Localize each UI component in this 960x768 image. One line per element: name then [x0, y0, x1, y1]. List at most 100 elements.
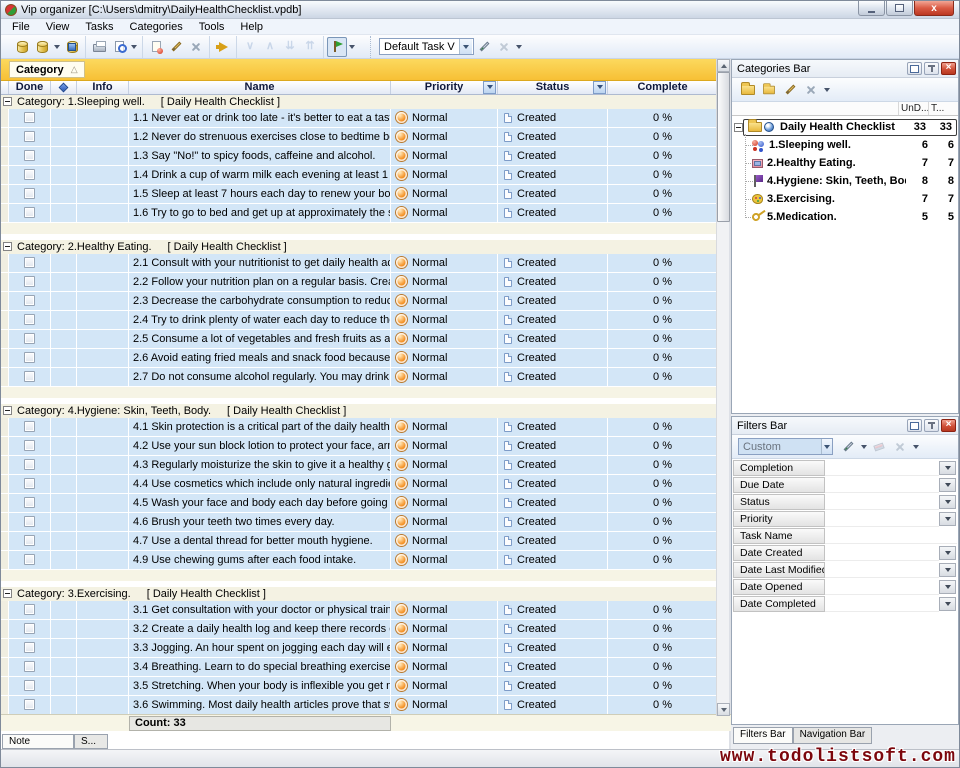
task-row[interactable]: 4.2 Use your sun block lotion to protect…: [1, 437, 718, 456]
task-row[interactable]: 3.6 Swimming. Most daily health articles…: [1, 696, 718, 714]
task-name-cell[interactable]: 2.3 Decrease the carbohydrate consumptio…: [129, 292, 391, 311]
collapse-icon[interactable]: [3, 97, 12, 106]
highlight-flag-button[interactable]: [327, 37, 347, 57]
tree-collapse-icon[interactable]: [734, 123, 743, 132]
task-name-cell[interactable]: 2.7 Do not consume alcohol regularly. Yo…: [129, 368, 391, 387]
done-checkbox[interactable]: [24, 459, 35, 470]
task-name-cell[interactable]: 1.5 Sleep at least 7 hours each day to r…: [129, 185, 391, 204]
task-row[interactable]: 2.5 Consume a lot of vegetables and fres…: [1, 330, 718, 349]
task-row[interactable]: 3.1 Get consultation with your doctor or…: [1, 601, 718, 620]
task-view-combo[interactable]: Default Task V: [379, 38, 474, 55]
filter-value-dropdown-icon[interactable]: [939, 580, 956, 594]
category-row[interactable]: 2.Healthy Eating.77: [732, 154, 958, 172]
done-checkbox[interactable]: [24, 188, 35, 199]
filter-value[interactable]: [825, 528, 957, 544]
task-row[interactable]: 1.4 Drink a cup of warm milk each evenin…: [1, 166, 718, 185]
task-name-cell[interactable]: 3.3 Jogging. An hour spent on jogging ea…: [129, 639, 391, 658]
new-subcategory-button[interactable]: [759, 80, 779, 100]
group-header-row[interactable]: Category: 4.Hygiene: Skin, Teeth, Body.[…: [1, 404, 718, 418]
task-row[interactable]: 1.6 Try to go to bed and get up at appro…: [1, 204, 718, 223]
done-checkbox[interactable]: [24, 699, 35, 710]
category-row[interactable]: 3.Exercising.77: [732, 190, 958, 208]
column-header-flag[interactable]: [51, 81, 77, 94]
delete-task-button[interactable]: [186, 37, 206, 57]
done-checkbox[interactable]: [24, 604, 35, 615]
apply-filter-caret-icon[interactable]: [861, 445, 867, 449]
menu-tasks[interactable]: Tasks: [77, 20, 121, 34]
task-name-cell[interactable]: 4.5 Wash your face and body each day bef…: [129, 494, 391, 513]
task-row[interactable]: 1.3 Say "No!" to spicy foods, caffeine a…: [1, 147, 718, 166]
menu-view[interactable]: View: [38, 20, 78, 34]
clear-view-button[interactable]: [494, 37, 514, 57]
task-name-cell[interactable]: 3.4 Breathing. Learn to do special breat…: [129, 658, 391, 677]
move-to-bottom-button[interactable]: ⇊: [280, 37, 300, 57]
delete-category-button[interactable]: [801, 80, 821, 100]
menu-categories[interactable]: Categories: [122, 20, 191, 34]
task-row[interactable]: 3.3 Jogging. An hour spent on jogging ea…: [1, 639, 718, 658]
group-by-category-chip[interactable]: Category: [9, 61, 85, 78]
category-root-row[interactable]: Daily Health Checklist3333: [732, 118, 958, 136]
save-database-button[interactable]: [62, 37, 82, 57]
move-up-button[interactable]: ∧: [260, 37, 280, 57]
collapse-icon[interactable]: [3, 406, 12, 415]
task-name-cell[interactable]: 1.3 Say "No!" to spicy foods, caffeine a…: [129, 147, 391, 166]
task-row[interactable]: 2.2 Follow your nutrition plan on a regu…: [1, 273, 718, 292]
group-header-row[interactable]: Category: 3.Exercising.[ Daily Health Ch…: [1, 587, 718, 601]
column-header-complete[interactable]: Complete: [608, 81, 718, 94]
task-name-cell[interactable]: 4.9 Use chewing gums after each food int…: [129, 551, 391, 570]
filter-value[interactable]: [825, 460, 939, 476]
group-header-row[interactable]: Category: 1.Sleeping well.[ Daily Health…: [1, 95, 718, 109]
new-category-button[interactable]: [738, 80, 758, 100]
task-name-cell[interactable]: 1.2 Never do strenuous exercises close t…: [129, 128, 391, 147]
task-row[interactable]: 4.9 Use chewing gums after each food int…: [1, 551, 718, 570]
column-header-info[interactable]: Info: [77, 81, 129, 94]
task-row[interactable]: 4.4 Use cosmetics which include only nat…: [1, 475, 718, 494]
filter-value[interactable]: [825, 596, 939, 612]
done-checkbox[interactable]: [24, 554, 35, 565]
categories-close-button[interactable]: [941, 62, 956, 75]
task-row[interactable]: 4.6 Brush your teeth two times every day…: [1, 513, 718, 532]
collapse-icon[interactable]: [3, 242, 12, 251]
done-checkbox[interactable]: [24, 680, 35, 691]
task-name-cell[interactable]: 3.5 Stretching. When your body is inflex…: [129, 677, 391, 696]
done-checkbox[interactable]: [24, 440, 35, 451]
move-down-button[interactable]: ∨: [240, 37, 260, 57]
scroll-down-button[interactable]: [717, 703, 730, 716]
filters-pin-button[interactable]: [924, 419, 939, 432]
task-name-cell[interactable]: 2.5 Consume a lot of vegetables and fres…: [129, 330, 391, 349]
edit-task-button[interactable]: [166, 37, 186, 57]
filter-value[interactable]: [825, 477, 939, 493]
filter-dropdown-status[interactable]: [593, 81, 606, 94]
minimize-button[interactable]: [858, 1, 885, 16]
done-checkbox[interactable]: [24, 371, 35, 382]
move-to-top-button[interactable]: ⇈: [300, 37, 320, 57]
new-task-button[interactable]: [146, 37, 166, 57]
filter-dropdown-priority[interactable]: [483, 81, 496, 94]
task-name-cell[interactable]: 4.4 Use cosmetics which include only nat…: [129, 475, 391, 494]
task-row[interactable]: 4.5 Wash your face and body each day bef…: [1, 494, 718, 513]
tab-s[interactable]: S...: [74, 734, 108, 749]
open-database-button[interactable]: [32, 37, 52, 57]
categories-overflow-icon[interactable]: [824, 88, 830, 92]
task-row[interactable]: 4.3 Regularly moisturize the skin to giv…: [1, 456, 718, 475]
filter-value-dropdown-icon[interactable]: [939, 461, 956, 475]
filters-close-button[interactable]: [941, 419, 956, 432]
done-checkbox[interactable]: [24, 352, 35, 363]
task-row[interactable]: 4.1 Skin protection is a critical part o…: [1, 418, 718, 437]
filter-value-dropdown-icon[interactable]: [939, 512, 956, 526]
task-name-cell[interactable]: 2.6 Avoid eating fried meals and snack f…: [129, 349, 391, 368]
done-checkbox[interactable]: [24, 478, 35, 489]
done-checkbox[interactable]: [24, 642, 35, 653]
filter-value-dropdown-icon[interactable]: [939, 563, 956, 577]
filter-preset-dropdown-icon[interactable]: [821, 439, 832, 454]
task-name-cell[interactable]: 3.1 Get consultation with your doctor or…: [129, 601, 391, 620]
tab-filters-bar[interactable]: Filters Bar: [733, 727, 793, 744]
filter-value[interactable]: [825, 579, 939, 595]
erase-filter-button[interactable]: [869, 437, 889, 457]
column-total[interactable]: T...: [928, 102, 958, 115]
task-row[interactable]: 3.4 Breathing. Learn to do special breat…: [1, 658, 718, 677]
task-name-cell[interactable]: 2.2 Follow your nutrition plan on a regu…: [129, 273, 391, 292]
highlight-flag-dropdown-icon[interactable]: [349, 45, 355, 49]
tab-navigation-bar[interactable]: Navigation Bar: [793, 727, 873, 744]
maximize-button[interactable]: [886, 1, 913, 16]
